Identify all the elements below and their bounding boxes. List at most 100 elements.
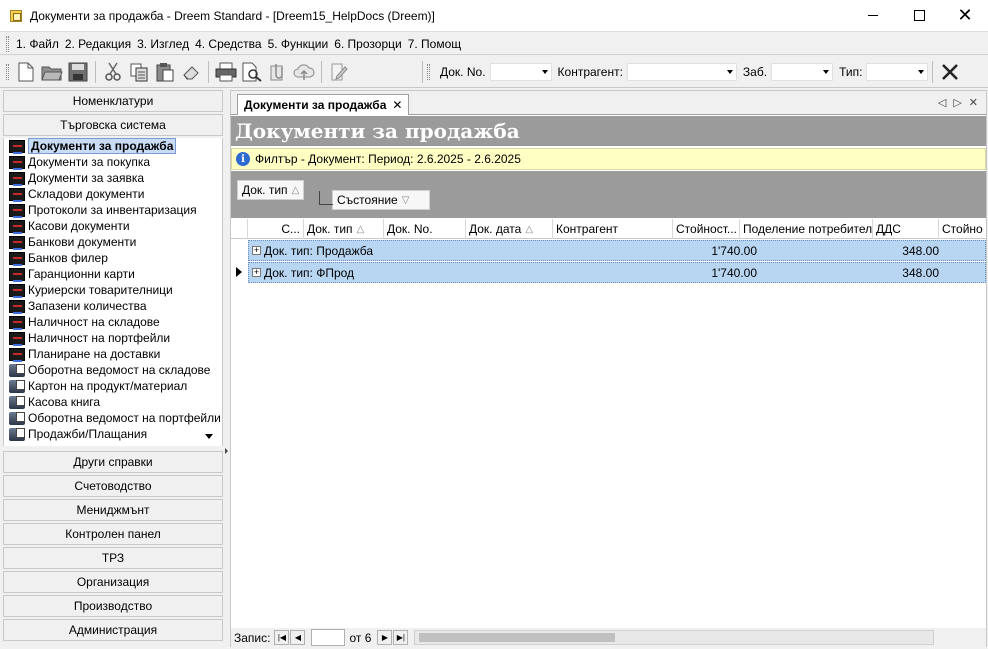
column-header-state[interactable]: С...: [248, 219, 304, 239]
tab-close-all-icon[interactable]: ✕: [969, 96, 978, 109]
close-x-icon[interactable]: [938, 60, 962, 84]
nav-item-warehouse-documents[interactable]: Складови документи: [4, 186, 222, 202]
open-folder-icon[interactable]: [40, 60, 64, 84]
menu-file[interactable]: 1. Файл: [13, 37, 62, 51]
close-window-button[interactable]: ✕: [942, 0, 988, 32]
table-row[interactable]: + Док. тип: ФПрод 1'740.00 348.00: [231, 262, 986, 283]
toolbar-grip-2[interactable]: [427, 63, 430, 80]
group-other-reports[interactable]: Други справки: [3, 451, 223, 473]
report-icon: [9, 411, 25, 425]
copy-icon[interactable]: [127, 60, 151, 84]
counterparty-combo[interactable]: [626, 62, 737, 81]
column-header-value-2[interactable]: Стойно: [939, 219, 984, 239]
column-header-consumer-division[interactable]: Поделение потребител: [740, 219, 873, 239]
column-header-doc-type[interactable]: Док. тип △: [304, 219, 384, 239]
panel-splitter[interactable]: [225, 90, 229, 647]
document-icon: [9, 155, 25, 170]
menu-help[interactable]: 7. Помощ: [405, 37, 464, 51]
chevron-down-icon: [726, 69, 733, 74]
toolbar-grip[interactable]: [6, 63, 9, 80]
edit-icon[interactable]: [327, 60, 351, 84]
new-document-icon[interactable]: [14, 60, 38, 84]
menu-view[interactable]: 3. Изглед: [134, 37, 192, 51]
nav-item-courier-waybills[interactable]: Куриерски товарителници: [4, 282, 222, 298]
nav-item-portfolio-stock[interactable]: Наличност на портфейли: [4, 330, 222, 346]
nav-item-bank-documents[interactable]: Банкови документи: [4, 234, 222, 250]
eraser-icon[interactable]: [179, 60, 203, 84]
table-row[interactable]: + Док. тип: Продажба 1'740.00 348.00: [231, 240, 986, 261]
minimize-button[interactable]: [850, 0, 896, 32]
group-production[interactable]: Производство: [3, 595, 223, 617]
menu-tools[interactable]: 4. Средства: [192, 37, 265, 51]
first-record-icon[interactable]: |◀: [274, 630, 290, 645]
nav-item-cash-documents[interactable]: Касови документи: [4, 218, 222, 234]
note-combo[interactable]: [771, 62, 834, 81]
doc-no-combo[interactable]: [489, 62, 552, 81]
group-organization[interactable]: Организация: [3, 571, 223, 593]
nav-item-delivery-planning[interactable]: Планиране на доставки: [4, 346, 222, 362]
nav-item-cash-book[interactable]: Касова книга: [4, 394, 222, 410]
scrollbar-thumb[interactable]: [419, 633, 616, 642]
group-management[interactable]: Мениджмънт: [3, 499, 223, 521]
tab-prev-icon[interactable]: ◁: [938, 96, 946, 109]
prev-record-icon[interactable]: ◀: [290, 630, 306, 645]
horizontal-scrollbar[interactable]: [414, 630, 935, 645]
filter-bar[interactable]: i Филтър - Документ: Период: 2.6.2025 - …: [231, 148, 986, 170]
print-icon[interactable]: [214, 60, 238, 84]
nav-item-warehouse-turnover[interactable]: Оборотна ведомост на складове: [4, 362, 222, 378]
tab-sales-documents[interactable]: Документи за продажба ✕: [237, 94, 410, 115]
group-row-body[interactable]: + Док. тип: Продажба 1'740.00 348.00: [248, 240, 986, 261]
print-preview-icon[interactable]: [240, 60, 264, 84]
column-header-label: Док. No.: [387, 222, 433, 236]
nav-item-product-card[interactable]: Картон на продукт/материал: [4, 378, 222, 394]
menu-windows[interactable]: 6. Прозорци: [331, 37, 404, 51]
group-accounting[interactable]: Счетоводство: [3, 475, 223, 497]
last-record-icon[interactable]: ▶|: [393, 630, 409, 645]
nav-item-warranty-cards[interactable]: Гаранционни карти: [4, 266, 222, 282]
expand-icon[interactable]: +: [252, 268, 261, 277]
cut-icon[interactable]: [101, 60, 125, 84]
record-number-input[interactable]: [311, 629, 346, 646]
nav-item-purchase-documents[interactable]: Документи за покупка: [4, 154, 222, 170]
tab-navigation: ◁ ▷ ✕: [938, 96, 978, 109]
column-header-counterparty[interactable]: Контрагент: [553, 219, 673, 239]
nav-item-sales-payments[interactable]: Продажби/Плащания: [4, 426, 222, 442]
nav-item-warehouse-stock[interactable]: Наличност на складове: [4, 314, 222, 330]
group-row-body[interactable]: + Док. тип: ФПрод 1'740.00 348.00: [248, 262, 986, 283]
maximize-button[interactable]: [896, 0, 942, 32]
type-combo[interactable]: [866, 62, 929, 81]
column-header-doc-date[interactable]: Док. дата △: [466, 219, 553, 239]
scroll-down-icon[interactable]: [205, 434, 213, 439]
save-icon[interactable]: [66, 60, 90, 84]
menu-grip[interactable]: [6, 35, 9, 52]
group-control-panel[interactable]: Контролен панел: [3, 523, 223, 545]
group-nomenclatures[interactable]: Номенклатури: [3, 90, 223, 112]
menu-functions[interactable]: 5. Функции: [265, 37, 332, 51]
nav-item-inventory-protocols[interactable]: Протоколи за инвентаризация: [4, 202, 222, 218]
menu-edit[interactable]: 2. Редакция: [62, 37, 134, 51]
nav-item-portfolio-turnover[interactable]: Оборотна ведомост на портфейли: [4, 410, 222, 426]
next-record-icon[interactable]: ▶: [377, 630, 393, 645]
group-payroll[interactable]: ТРЗ: [3, 547, 223, 569]
document-icon: [9, 267, 25, 282]
expand-icon[interactable]: +: [252, 246, 261, 255]
group-trade-system[interactable]: Търговска система: [3, 114, 223, 136]
group-chip-doc-type[interactable]: Док. тип △: [237, 180, 305, 200]
column-header-label: Контрагент: [556, 222, 619, 236]
group-administration[interactable]: Администрация: [3, 619, 223, 641]
column-header-doc-no[interactable]: Док. No.: [384, 219, 466, 239]
nav-item-sales-documents[interactable]: Документи за продажба: [4, 138, 222, 154]
close-tab-icon[interactable]: ✕: [392, 98, 402, 112]
nav-item-order-documents[interactable]: Документи за заявка: [4, 170, 222, 186]
nav-item-reserved-quantities[interactable]: Запазени количества: [4, 298, 222, 314]
cloud-upload-icon[interactable]: [292, 60, 316, 84]
column-header-vat[interactable]: ДДС: [873, 219, 939, 239]
nav-item-bank-filer[interactable]: Банков филер: [4, 250, 222, 266]
group-chip-state[interactable]: Състояние ▽: [332, 190, 430, 210]
column-header-value[interactable]: Стойност...: [673, 219, 740, 239]
paste-icon[interactable]: [153, 60, 177, 84]
tab-next-icon[interactable]: ▷: [953, 96, 961, 109]
document-icon: [9, 235, 25, 250]
attach-icon[interactable]: [266, 60, 290, 84]
document-icon: [9, 187, 25, 202]
